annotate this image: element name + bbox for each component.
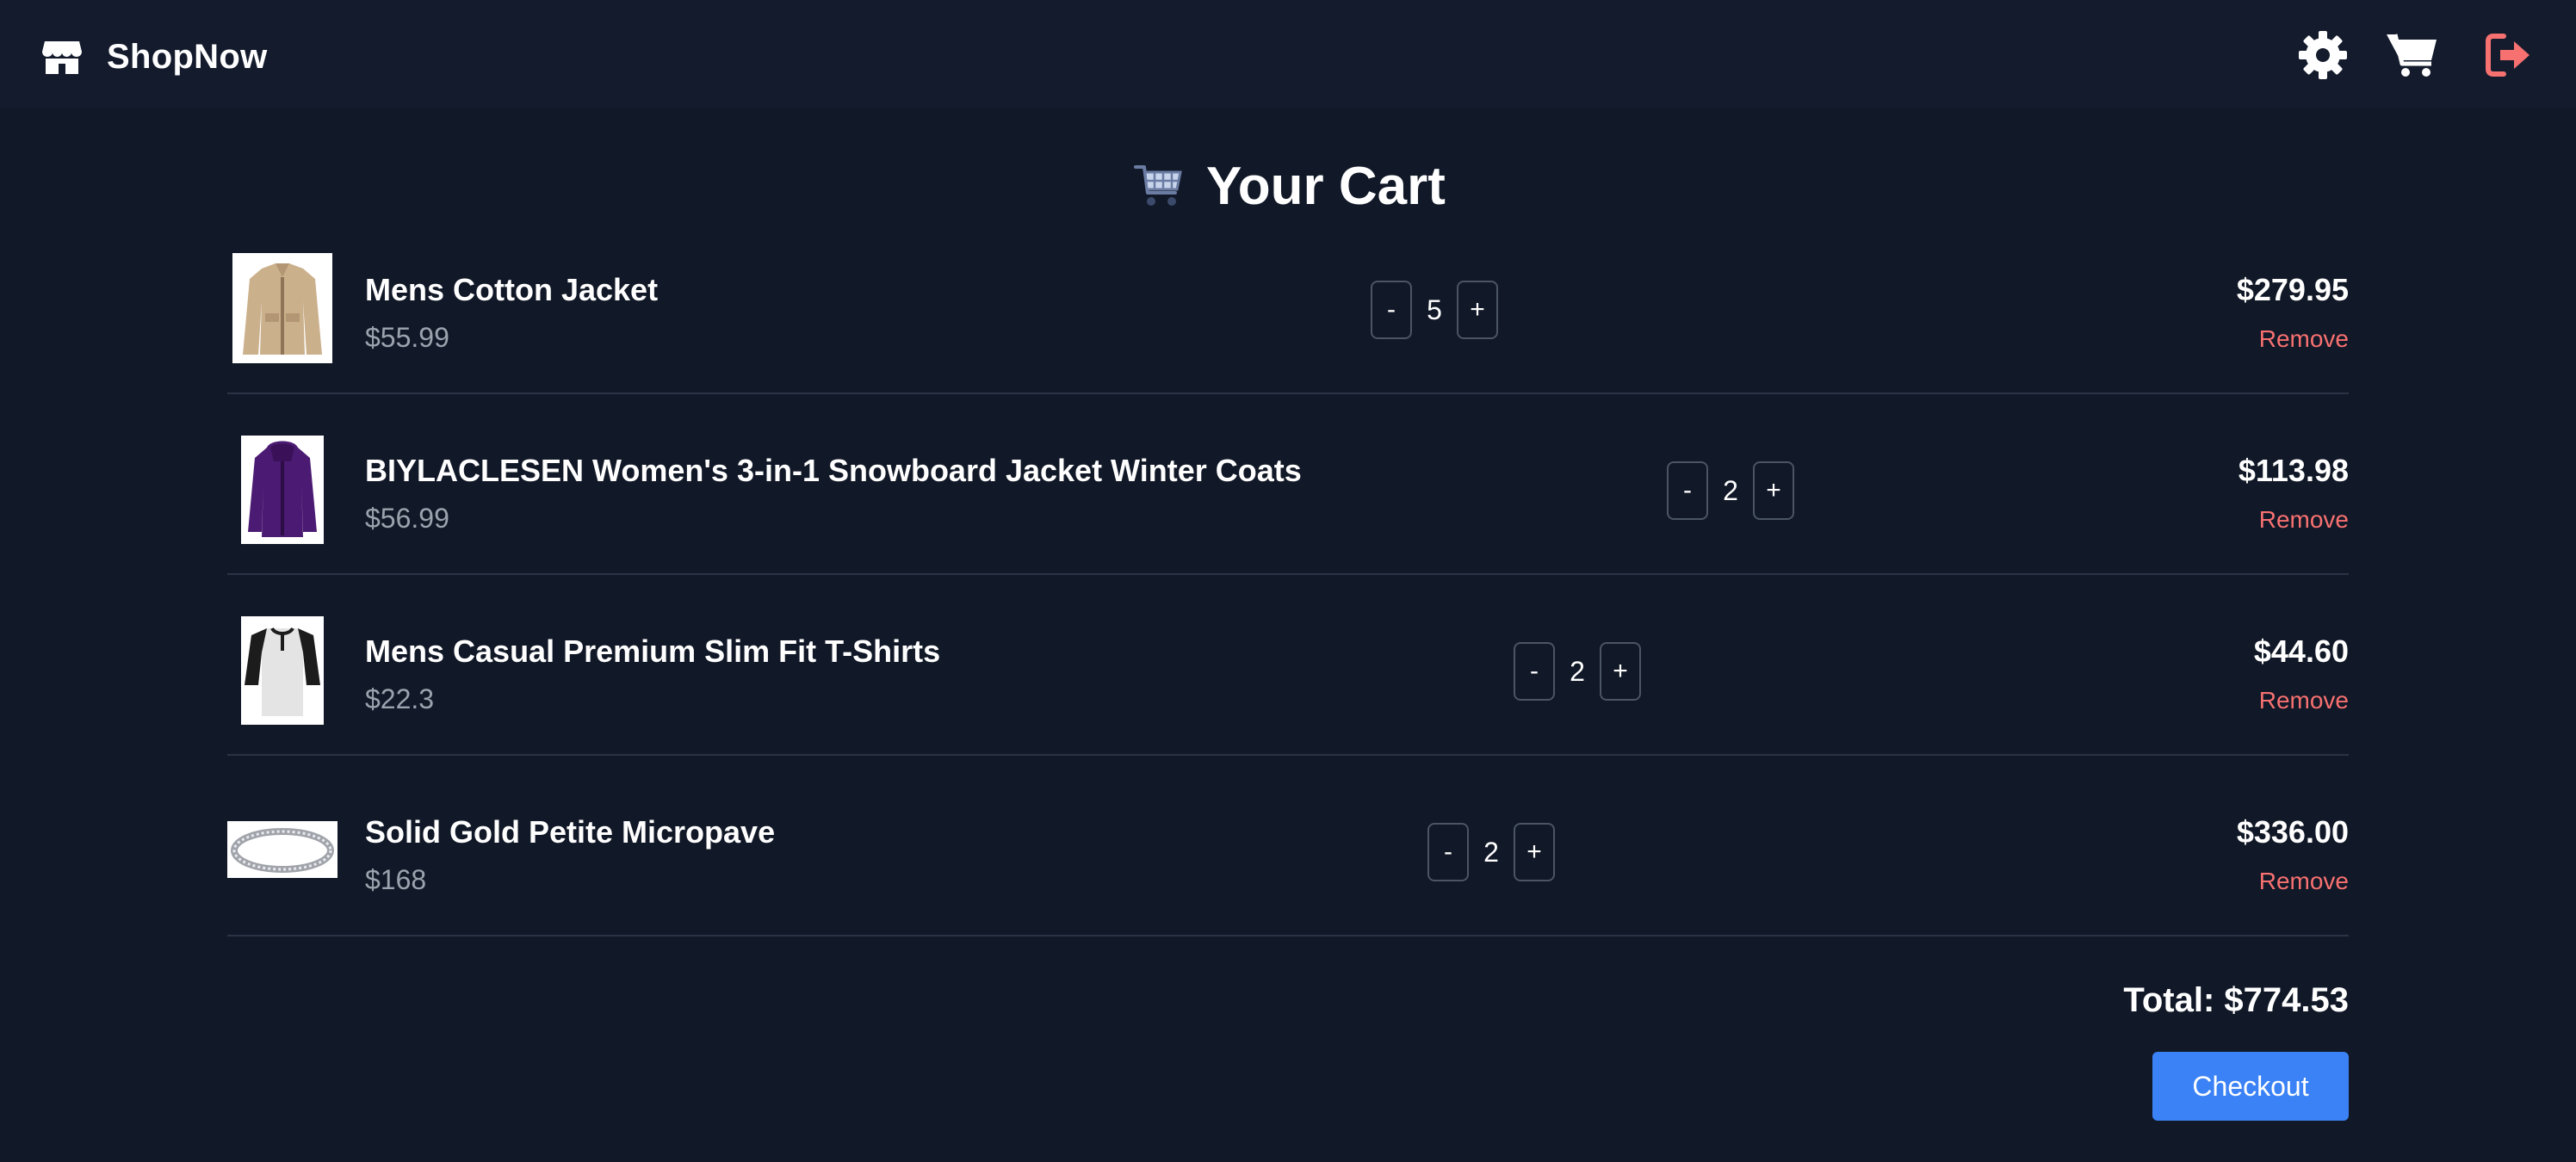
brand[interactable]: ShopNow: [41, 33, 268, 81]
checkout-button[interactable]: Checkout: [2152, 1052, 2349, 1121]
increment-button[interactable]: +: [1457, 281, 1498, 339]
cart-total: Total: $774.53: [2123, 981, 2349, 1019]
item-totals: $113.98 Remove: [2239, 453, 2349, 534]
line-total: $336.00: [2236, 814, 2349, 850]
item-totals: $336.00 Remove: [2237, 814, 2349, 895]
remove-button[interactable]: Remove: [2259, 506, 2349, 534]
quantity-stepper: - 5 +: [1371, 281, 1498, 339]
item-unit-price: $22.3: [365, 683, 435, 714]
line-total: $279.95: [2236, 272, 2349, 307]
product-image[interactable]: [232, 253, 332, 363]
item-info: BIYLACLESEN Women's 3-in-1 Snowboard Jac…: [365, 453, 1302, 535]
cart-item: BIYLACLESEN Women's 3-in-1 Snowboard Jac…: [227, 394, 2349, 575]
quantity-stepper: - 2 +: [1667, 461, 1794, 520]
brand-name: ShopNow: [107, 37, 268, 76]
decrement-button[interactable]: -: [1427, 823, 1469, 881]
item-name[interactable]: Mens Cotton Jacket: [365, 272, 658, 308]
product-image[interactable]: [227, 821, 337, 878]
item-totals: $44.60 Remove: [2254, 634, 2349, 714]
quantity-value: 5: [1427, 294, 1442, 325]
increment-button[interactable]: +: [1514, 823, 1555, 881]
page-title: Your Cart: [1206, 156, 1446, 216]
decrement-button[interactable]: -: [1371, 281, 1412, 339]
item-unit-price: $56.99: [365, 503, 449, 534]
remove-button[interactable]: Remove: [2259, 868, 2349, 895]
item-info: Mens Cotton Jacket $55.99: [365, 272, 658, 354]
line-total: $44.60: [2253, 634, 2349, 669]
item-unit-price: $168: [365, 864, 427, 895]
cart-item: Mens Casual Premium Slim Fit T-Shirts $2…: [227, 575, 2349, 756]
logout-icon[interactable]: [2481, 28, 2536, 83]
cart-item: Solid Gold Petite Micropave $168 - 2 + $…: [227, 756, 2349, 936]
item-info: Solid Gold Petite Micropave $168: [365, 814, 775, 896]
item-totals: $279.95 Remove: [2237, 272, 2349, 353]
line-total: $113.98: [2238, 453, 2349, 488]
decrement-button[interactable]: -: [1667, 461, 1708, 520]
gear-icon[interactable]: [2295, 28, 2350, 83]
cart-item: Mens Cotton Jacket $55.99 - 5 + $279.95 …: [227, 213, 2349, 394]
item-info: Mens Casual Premium Slim Fit T-Shirts $2…: [365, 634, 940, 715]
item-name[interactable]: BIYLACLESEN Women's 3-in-1 Snowboard Jac…: [365, 453, 1302, 489]
page-header: Your Cart: [0, 151, 2576, 220]
item-name[interactable]: Solid Gold Petite Micropave: [365, 814, 775, 850]
decrement-button[interactable]: -: [1514, 642, 1555, 701]
item-unit-price: $55.99: [365, 322, 449, 353]
quantity-value: 2: [1483, 836, 1499, 868]
remove-button[interactable]: Remove: [2259, 687, 2349, 714]
quantity-stepper: - 2 +: [1514, 642, 1641, 701]
item-name[interactable]: Mens Casual Premium Slim Fit T-Shirts: [365, 634, 940, 670]
increment-button[interactable]: +: [1600, 642, 1641, 701]
navbar: ShopNow: [0, 0, 2576, 108]
product-image[interactable]: [241, 436, 324, 544]
product-image[interactable]: [241, 616, 324, 725]
remove-button[interactable]: Remove: [2259, 325, 2349, 353]
quantity-stepper: - 2 +: [1427, 823, 1555, 881]
quantity-value: 2: [1723, 474, 1738, 506]
shopping-cart-icon: [1130, 158, 1186, 213]
cart-icon[interactable]: [2385, 28, 2440, 83]
quantity-value: 2: [1570, 655, 1585, 687]
increment-button[interactable]: +: [1753, 461, 1794, 520]
store-icon: [41, 38, 83, 76]
